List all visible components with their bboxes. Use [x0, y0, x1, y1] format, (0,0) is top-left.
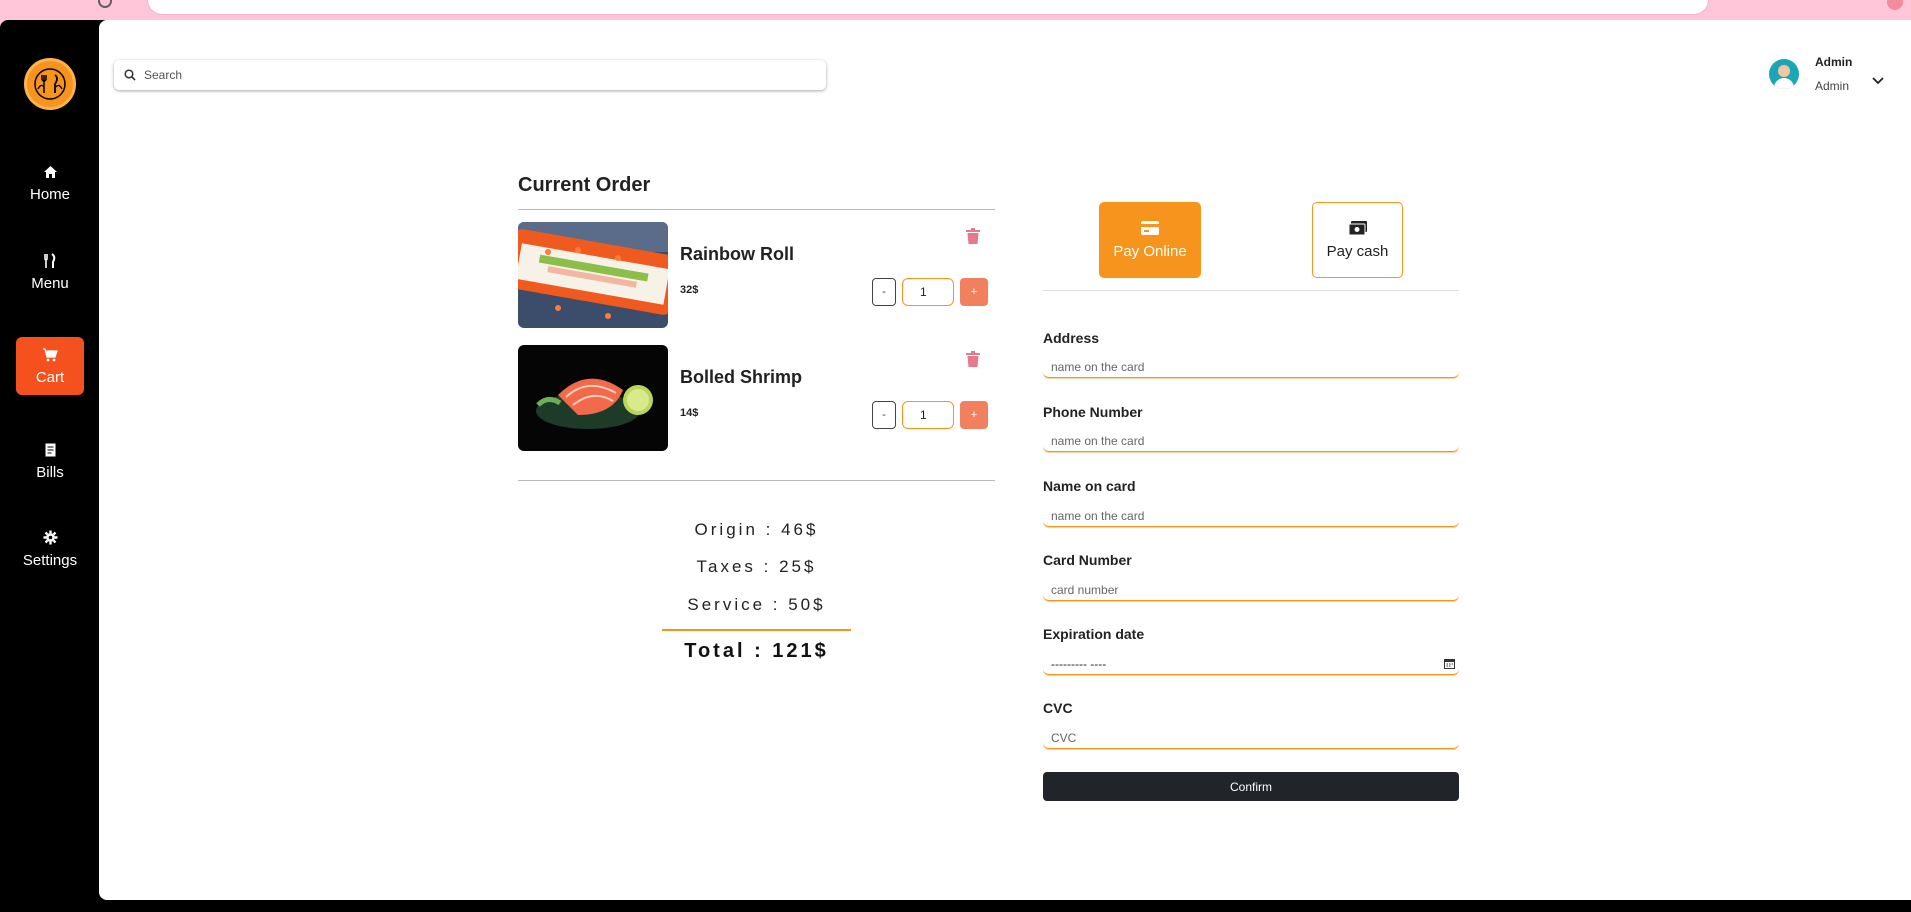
- user-role: Admin: [1815, 79, 1850, 93]
- logo[interactable]: [24, 58, 76, 110]
- avatar[interactable]: [1769, 59, 1799, 89]
- list-item: Bolled Shrimp 14$ - 1 +: [518, 345, 995, 451]
- reload-icon[interactable]: [98, 0, 112, 8]
- expiration-date-field[interactable]: --------- ----: [1043, 653, 1459, 675]
- sidebar-item-cart[interactable]: Cart: [16, 337, 84, 395]
- sidebar: Home Menu Cart Bills Settings: [0, 20, 99, 912]
- rainbow-roll-image: [518, 222, 668, 328]
- sidebar-item-label: Settings: [22, 551, 78, 569]
- increase-quantity-button[interactable]: +: [960, 278, 988, 306]
- page-title: Current Order: [518, 174, 651, 196]
- item-price: 14$: [680, 407, 699, 419]
- sidebar-item-label: Cart: [35, 368, 65, 386]
- quantity-input[interactable]: 1: [902, 278, 954, 306]
- item-price: 32$: [680, 284, 699, 296]
- chevron-down-icon[interactable]: [1872, 77, 1884, 85]
- trash-icon[interactable]: [966, 228, 980, 244]
- decrease-quantity-button[interactable]: -: [872, 401, 896, 429]
- user-menu[interactable]: Admin Admin: [1769, 52, 1884, 96]
- app-window: Home Menu Cart Bills Settings Search Adm…: [0, 20, 1911, 912]
- cash-icon: [1348, 220, 1367, 235]
- cart-icon: [42, 347, 58, 363]
- bolled-shrimp-image: [518, 345, 668, 451]
- utensils-icon: [42, 252, 58, 269]
- card-number-label: Card Number: [1043, 552, 1132, 568]
- search-input[interactable]: [144, 68, 794, 82]
- item-name: Rainbow Roll: [680, 244, 794, 264]
- sidebar-item-label: Bills: [36, 463, 64, 481]
- main-panel: Admin Admin Current Order Rainbow Rol: [99, 20, 1911, 900]
- divider: [662, 629, 851, 631]
- browser-chrome: [0, 0, 1911, 20]
- sidebar-item-label: Menu: [31, 274, 69, 292]
- name-on-card-field[interactable]: name on the card: [1043, 505, 1459, 527]
- decrease-quantity-button[interactable]: -: [872, 278, 896, 306]
- credit-card-icon: [1141, 220, 1159, 235]
- service-total: Service : 50$: [687, 595, 826, 614]
- phone-number-field[interactable]: name on the card: [1043, 430, 1459, 452]
- expiration-date-value: --------- ----: [1051, 656, 1107, 671]
- sidebar-item-home[interactable]: Home: [16, 154, 84, 212]
- address-bar[interactable]: [148, 0, 1708, 14]
- confirm-button[interactable]: Confirm: [1043, 772, 1459, 801]
- card-number-field[interactable]: card number: [1043, 579, 1459, 601]
- home-icon: [42, 164, 58, 180]
- divider: [1043, 290, 1459, 291]
- item-name: Bolled Shrimp: [680, 367, 803, 387]
- restaurant-logo-icon: [34, 68, 66, 100]
- cvc-field[interactable]: CVC: [1043, 727, 1459, 749]
- expiration-date-label: Expiration date: [1043, 626, 1145, 642]
- taxes-total: Taxes : 25$: [696, 557, 817, 576]
- sidebar-item-settings[interactable]: Settings: [16, 520, 84, 578]
- pay-cash-label: Pay cash: [1326, 242, 1389, 260]
- user-name: Admin: [1815, 55, 1853, 69]
- divider: [518, 480, 995, 481]
- name-on-card-label: Name on card: [1043, 478, 1136, 494]
- receipt-icon: [42, 442, 58, 458]
- sidebar-item-menu[interactable]: Menu: [16, 243, 84, 301]
- sidebar-item-label: Home: [29, 185, 70, 203]
- pay-cash-button[interactable]: Pay cash: [1312, 202, 1403, 278]
- origin-total: Origin : 46$: [694, 520, 819, 539]
- grand-total: Total : 121$: [684, 640, 829, 662]
- address-label: Address: [1043, 330, 1100, 346]
- cvc-label: CVC: [1043, 700, 1073, 716]
- list-item: Rainbow Roll 32$ - 1 +: [518, 222, 995, 328]
- gear-icon: [42, 530, 58, 546]
- search-bar: [114, 60, 826, 90]
- trash-icon[interactable]: [966, 351, 980, 367]
- address-field[interactable]: name on the card: [1043, 356, 1459, 378]
- search-icon: [124, 69, 136, 81]
- increase-quantity-button[interactable]: +: [960, 401, 988, 429]
- calendar-icon[interactable]: [1444, 658, 1455, 669]
- pay-online-label: Pay Online: [1113, 242, 1187, 260]
- pay-online-button[interactable]: Pay Online: [1099, 202, 1201, 278]
- sidebar-item-bills[interactable]: Bills: [16, 432, 84, 490]
- phone-number-label: Phone Number: [1043, 404, 1143, 420]
- browser-profile-icon[interactable]: [1887, 0, 1903, 10]
- divider: [518, 209, 995, 210]
- quantity-input[interactable]: 1: [902, 401, 954, 429]
